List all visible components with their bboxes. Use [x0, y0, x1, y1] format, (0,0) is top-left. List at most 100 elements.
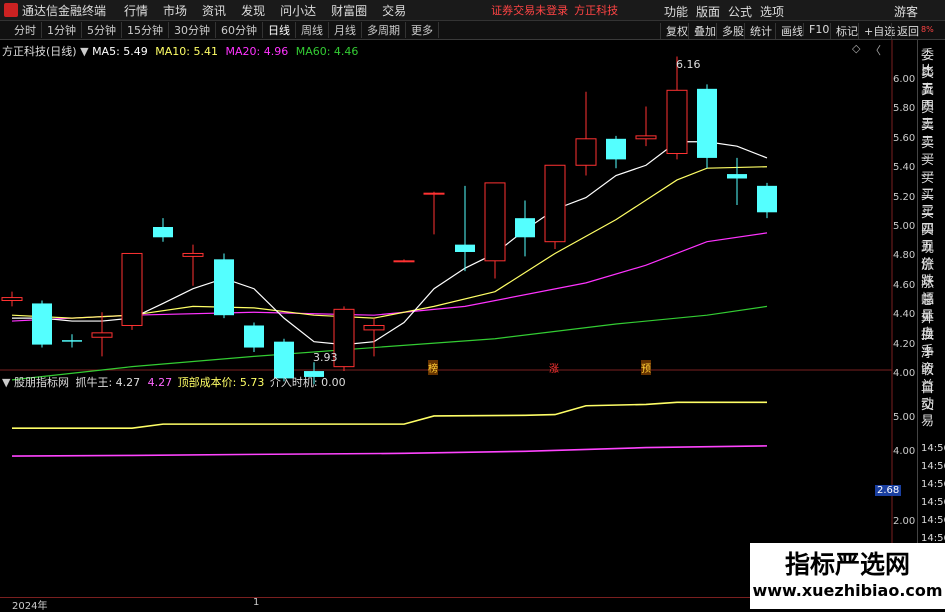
marker-zhang[interactable]: 涨: [549, 360, 559, 375]
menu-gongshi[interactable]: 公式: [728, 3, 752, 20]
candle-up: [544, 164, 566, 243]
marker-yu[interactable]: 预: [641, 360, 651, 375]
menu-gongneng[interactable]: 功能: [664, 3, 688, 20]
indicator-value2: 4.27: [147, 376, 173, 389]
candle-up: [363, 324, 385, 331]
candle-down: [727, 174, 747, 179]
broker-name: 方正科技: [574, 4, 619, 17]
menu-wenxiaoda[interactable]: 问小达: [280, 2, 316, 19]
candle-down: [214, 259, 234, 316]
price-tick: 4.60: [893, 279, 916, 291]
tab-30min[interactable]: 30分钟: [169, 22, 216, 38]
user-guest[interactable]: 游客: [894, 3, 918, 20]
btn-f10[interactable]: F10: [803, 23, 829, 36]
tab-more[interactable]: 更多: [406, 22, 439, 38]
tab-weekly[interactable]: 周线: [296, 22, 329, 38]
menu-hangqing[interactable]: 行情: [124, 2, 148, 19]
btn-tongji[interactable]: 统计: [744, 23, 772, 39]
price-tick: 5.40: [893, 162, 916, 174]
candle-up: [91, 332, 113, 338]
year-label: 2024年: [12, 601, 48, 612]
tab-monthly[interactable]: 月线: [329, 22, 362, 38]
sidebar-item[interactable]: 14:56: [921, 495, 945, 511]
candle-down: [62, 340, 82, 342]
sidebar-item[interactable]: 14:56: [921, 459, 945, 475]
candle-down: [153, 227, 173, 238]
candle-up: [666, 89, 688, 154]
candle-up: [1, 297, 23, 301]
candle-down: [757, 185, 777, 213]
sub-toggle-icon[interactable]: ▼: [2, 376, 10, 389]
price-tick: 5.80: [893, 103, 916, 115]
login-warning[interactable]: 证券交易未登录: [491, 2, 568, 18]
indicator-cost: 顶部成本价: 5.73: [177, 376, 265, 389]
menu-faxian[interactable]: 发现: [241, 2, 265, 19]
price-tick: 5.00: [893, 221, 916, 232]
candle-up: [121, 252, 143, 326]
indicator-entry: 介入时机: 0.00: [269, 376, 346, 389]
price-tick: 4.00: [893, 368, 916, 379]
sidebar-item[interactable]: 14:56: [921, 441, 945, 457]
sub-axis-4: 4.00: [893, 446, 916, 457]
sub-legend: ▼ 股朋指标网 抓牛王: 4.27 4.27 顶部成本价: 5.73 介入时机:…: [2, 374, 346, 390]
watermark-title: 指标严选网: [784, 550, 910, 579]
low-annotation: 3.93: [313, 351, 338, 364]
candle-down: [606, 138, 626, 160]
title-bar: 通达信金融终端 行情 市场 资讯 发现 问小达 财富圈 交易 证券交易未登录 方…: [0, 0, 945, 21]
btn-huaxian[interactable]: 画线: [775, 23, 803, 39]
candle-up: [182, 252, 204, 257]
watermark: 指标严选网 www.xuezhibiao.com: [750, 543, 945, 609]
menu-shichang[interactable]: 市场: [163, 2, 187, 19]
candle-down: [32, 303, 52, 345]
btn-fanhui[interactable]: 返回: [891, 23, 919, 39]
tab-5min[interactable]: 5分钟: [82, 22, 122, 38]
sub-axis-2: 2.00: [893, 516, 916, 527]
period-toolbar: 分时 1分钟 5分钟 15分钟 30分钟 60分钟 日线 周线 月线 多周期 更…: [0, 21, 945, 40]
candle-up: [423, 192, 445, 195]
btn-diejia[interactable]: 叠加: [688, 23, 716, 39]
tab-1min[interactable]: 1分钟: [42, 22, 82, 38]
price-tick: 5.20: [893, 191, 916, 203]
sidebar-pct: 8%: [921, 25, 934, 34]
tab-fenshi[interactable]: 分时: [0, 22, 42, 38]
candle-down: [455, 244, 475, 252]
btn-biaoji[interactable]: 标记: [830, 23, 858, 39]
menu-caifuquan[interactable]: 财富圈: [331, 2, 367, 19]
btn-fuquan[interactable]: 复权: [660, 23, 688, 39]
menu-jiaoyi[interactable]: 交易: [382, 2, 406, 19]
candle-up: [575, 138, 597, 166]
sub-axis-current: 2.68: [875, 485, 902, 496]
price-tick: 6.00: [893, 74, 916, 85]
watermark-url: www.xuezhibiao.com: [752, 581, 943, 600]
tab-multi[interactable]: 多周期: [362, 22, 406, 38]
candle-up: [635, 135, 657, 140]
menu-xuanxiang[interactable]: 选项: [760, 3, 784, 20]
price-tick: 4.80: [893, 250, 916, 262]
btn-duogu[interactable]: 多股: [716, 23, 744, 39]
tab-15min[interactable]: 15分钟: [122, 22, 169, 38]
btn-zixuan[interactable]: +自选: [858, 23, 895, 39]
candle-down: [274, 341, 294, 379]
candle-down: [697, 88, 717, 158]
menu-banmian[interactable]: 版面: [696, 3, 720, 20]
app-logo: [4, 3, 18, 17]
price-tick: 5.60: [893, 132, 916, 144]
sidebar-item[interactable]: 14:56: [921, 513, 945, 529]
high-annotation: 6.16: [676, 58, 701, 71]
sidebar-item[interactable]: 交易: [921, 398, 945, 430]
sub-axis-5: 5.00: [893, 412, 916, 423]
marker-bang[interactable]: 榜: [428, 360, 438, 375]
price-tick: 4.20: [893, 338, 916, 350]
sidebar-item[interactable]: 14:56: [921, 477, 945, 493]
candle-down: [515, 218, 535, 238]
kline-chart[interactable]: [0, 40, 917, 600]
quote-sidebar: 8% 委比 卖五 卖四 卖三 卖二 卖一 买一 买二 买三 买四 买五 现价 涨跌 涨幅 总量 外盘 换手 净资收…: [917, 25, 945, 609]
tab-60min[interactable]: 60分钟: [216, 22, 263, 38]
candle-up: [393, 260, 415, 263]
indicator-source: 股朋指标网: [13, 376, 69, 389]
menu-zixun[interactable]: 资讯: [202, 2, 226, 19]
indicator-zhuaniuwang: 抓牛王: 4.27: [75, 376, 141, 389]
indicator-line: [12, 401, 767, 430]
candle-down: [244, 325, 264, 348]
tab-daily[interactable]: 日线: [263, 22, 296, 38]
